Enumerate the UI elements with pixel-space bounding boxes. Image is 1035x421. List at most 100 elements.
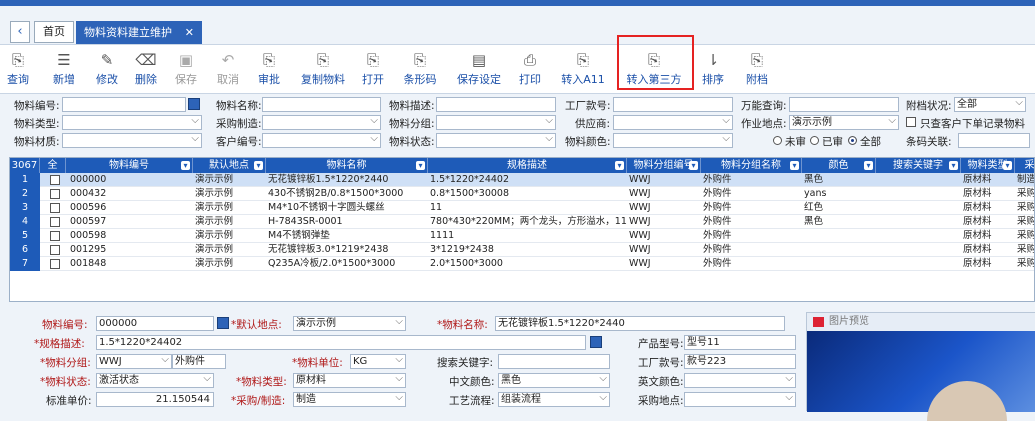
save-settings-button[interactable]: ▤保存设定 bbox=[452, 49, 506, 93]
chevron-down-icon[interactable]: ▾ bbox=[615, 161, 624, 170]
radio-all[interactable] bbox=[848, 136, 857, 145]
chevron-down-icon[interactable]: ▾ bbox=[254, 161, 263, 170]
table-row[interactable]: 6001295演示示例无花镀锌板3.0*1219*24383*1219*2438… bbox=[10, 243, 1035, 257]
col-header[interactable]: 物料分组编号▾ bbox=[627, 158, 701, 173]
label-all: 全部 bbox=[860, 134, 881, 149]
select-site[interactable]: 演示示例 bbox=[789, 115, 899, 130]
edit-button[interactable]: ✎修改 bbox=[92, 49, 122, 93]
select-group[interactable] bbox=[436, 115, 556, 130]
table-row[interactable]: 7001848演示示例Q235A冷板/2.0*1500*30002.0*1500… bbox=[10, 257, 1035, 271]
row-checkbox[interactable] bbox=[50, 231, 60, 241]
checkbox-only-orders[interactable] bbox=[906, 117, 916, 127]
input-universal[interactable] bbox=[789, 97, 899, 112]
chevron-down-icon[interactable]: ▾ bbox=[181, 161, 190, 170]
d-group-input[interactable]: WWJ bbox=[96, 354, 172, 369]
save-icon: ▣ bbox=[172, 49, 200, 71]
input-code[interactable] bbox=[62, 97, 186, 112]
table-row[interactable]: 4000597演示示例H-7843SR-0001780*430*220MM；两个… bbox=[10, 215, 1035, 229]
cancel-button[interactable]: ↶取消 bbox=[212, 49, 244, 93]
row-checkbox[interactable] bbox=[50, 203, 60, 213]
chevron-down-icon[interactable]: ▾ bbox=[949, 161, 958, 170]
input-name[interactable] bbox=[262, 97, 381, 112]
table-cell bbox=[876, 201, 961, 215]
d-name-input[interactable]: 无花镀锌板1.5*1220*2440 bbox=[495, 316, 785, 331]
d-type-input[interactable]: 原材料 bbox=[293, 373, 406, 388]
chevron-down-icon[interactable]: ▾ bbox=[416, 161, 425, 170]
delete-button[interactable]: ⌫删除 bbox=[130, 49, 162, 93]
print-button[interactable]: ⎙打印 bbox=[514, 49, 546, 93]
row-checkbox[interactable] bbox=[50, 217, 60, 227]
chevron-down-icon[interactable]: ▾ bbox=[689, 161, 698, 170]
barcode-button[interactable]: ⎘条形码 bbox=[402, 49, 438, 93]
select-purchase[interactable] bbox=[262, 115, 381, 130]
row-checkbox[interactable] bbox=[50, 259, 60, 269]
table-row[interactable]: 2000432演示示例430不锈钢2B/0.8*1500*30000.8*150… bbox=[10, 187, 1035, 201]
d-factory-input[interactable]: 款号223 bbox=[684, 354, 796, 369]
add-button[interactable]: ☰新增 bbox=[48, 49, 80, 93]
d-code-input[interactable]: 000000 bbox=[96, 316, 214, 331]
d-site-input[interactable]: 演示示例 bbox=[293, 316, 406, 331]
select-color[interactable] bbox=[613, 133, 733, 148]
table-cell: 外购件 bbox=[701, 215, 802, 229]
col-header[interactable]: 搜索关键字▾ bbox=[876, 158, 961, 173]
chevron-down-icon[interactable]: ▾ bbox=[1003, 161, 1012, 170]
input-factory[interactable] bbox=[613, 97, 733, 112]
open-button[interactable]: ⎘打开 bbox=[358, 49, 388, 93]
calendar-icon[interactable] bbox=[590, 336, 602, 348]
col-header[interactable]: 物料编号▾ bbox=[66, 158, 193, 173]
calendar-icon[interactable] bbox=[188, 98, 200, 110]
d-unit-input[interactable]: KG bbox=[350, 354, 406, 369]
chevron-left-icon[interactable]: ‹ bbox=[10, 21, 30, 43]
row-checkbox[interactable] bbox=[50, 189, 60, 199]
d-status-input[interactable]: 激活状态 bbox=[96, 373, 214, 388]
tab-home[interactable]: 首页 bbox=[34, 21, 74, 43]
attachment-button[interactable]: ⎘附档 bbox=[740, 49, 774, 93]
approve-button[interactable]: ⎘审批 bbox=[254, 49, 284, 93]
d-kw-input[interactable] bbox=[498, 354, 610, 369]
d-pur-site-input[interactable] bbox=[684, 392, 796, 407]
d-en-color-label: 英文颜色: bbox=[638, 374, 684, 389]
select-supplier[interactable] bbox=[613, 115, 733, 130]
select-all-header[interactable]: 全 bbox=[40, 158, 66, 173]
input-barcode[interactable] bbox=[958, 133, 1030, 148]
select-status[interactable] bbox=[436, 133, 556, 148]
d-pm-input[interactable]: 制造 bbox=[293, 392, 406, 407]
d-cn-color-input[interactable]: 黑色 bbox=[498, 373, 610, 388]
save-button[interactable]: ▣保存 bbox=[172, 49, 200, 93]
d-pur-site-label: 采购地点: bbox=[638, 393, 684, 408]
copy-button[interactable]: ⎘复制物料 bbox=[296, 49, 350, 93]
sort-button[interactable]: ⇂排序 bbox=[700, 49, 726, 93]
close-icon[interactable]: ✕ bbox=[185, 21, 194, 45]
col-header[interactable]: 物料类型▾ bbox=[961, 158, 1015, 173]
col-header[interactable]: 规格描述▾ bbox=[428, 158, 627, 173]
query-button[interactable]: ⎘查询 bbox=[4, 49, 32, 93]
d-group-label: *物料分组: bbox=[40, 355, 91, 370]
d-price-input[interactable]: 21.150544 bbox=[96, 392, 214, 407]
radio-approved[interactable] bbox=[810, 136, 819, 145]
d-model-input[interactable]: 型号11 bbox=[684, 335, 796, 350]
col-header[interactable]: 物料分组名称▾ bbox=[701, 158, 802, 173]
select-attach[interactable]: 全部 bbox=[954, 97, 1026, 112]
row-checkbox[interactable] bbox=[50, 245, 60, 255]
table-row[interactable]: 5000598演示示例M4不锈钢弹垫1111WWJ外购件原材料采购 bbox=[10, 229, 1035, 243]
col-header[interactable]: 颜色▾ bbox=[802, 158, 876, 173]
table-row[interactable]: 3000596演示示例M4*10不锈钢十字圆头螺丝11WWJ外购件红色原材料采购 bbox=[10, 201, 1035, 215]
col-header[interactable]: 采购▾ bbox=[1015, 158, 1035, 173]
row-checkbox[interactable] bbox=[50, 175, 60, 185]
input-desc[interactable] bbox=[436, 97, 556, 112]
calendar-icon[interactable] bbox=[217, 317, 229, 329]
d-flow-input[interactable]: 组装流程 bbox=[498, 392, 610, 407]
select-material[interactable] bbox=[62, 133, 202, 148]
to-a11-button[interactable]: ⎘转入A11 bbox=[558, 49, 608, 93]
d-en-color-input[interactable] bbox=[684, 373, 796, 388]
d-spec-input[interactable]: 1.5*1220*24402 bbox=[96, 335, 586, 350]
tab-material-maintenance[interactable]: 物料资料建立维护✕ bbox=[76, 21, 202, 45]
table-row[interactable]: 1000000演示示例无花镀锌板1.5*1220*24401.5*1220*24… bbox=[10, 173, 1035, 187]
select-type[interactable] bbox=[62, 115, 202, 130]
chevron-down-icon[interactable]: ▾ bbox=[864, 161, 873, 170]
select-customer[interactable] bbox=[262, 133, 381, 148]
chevron-down-icon[interactable]: ▾ bbox=[790, 161, 799, 170]
col-header[interactable]: 默认地点▾ bbox=[193, 158, 266, 173]
radio-unapproved[interactable] bbox=[773, 136, 782, 145]
col-header[interactable]: 物料名称▾ bbox=[266, 158, 428, 173]
